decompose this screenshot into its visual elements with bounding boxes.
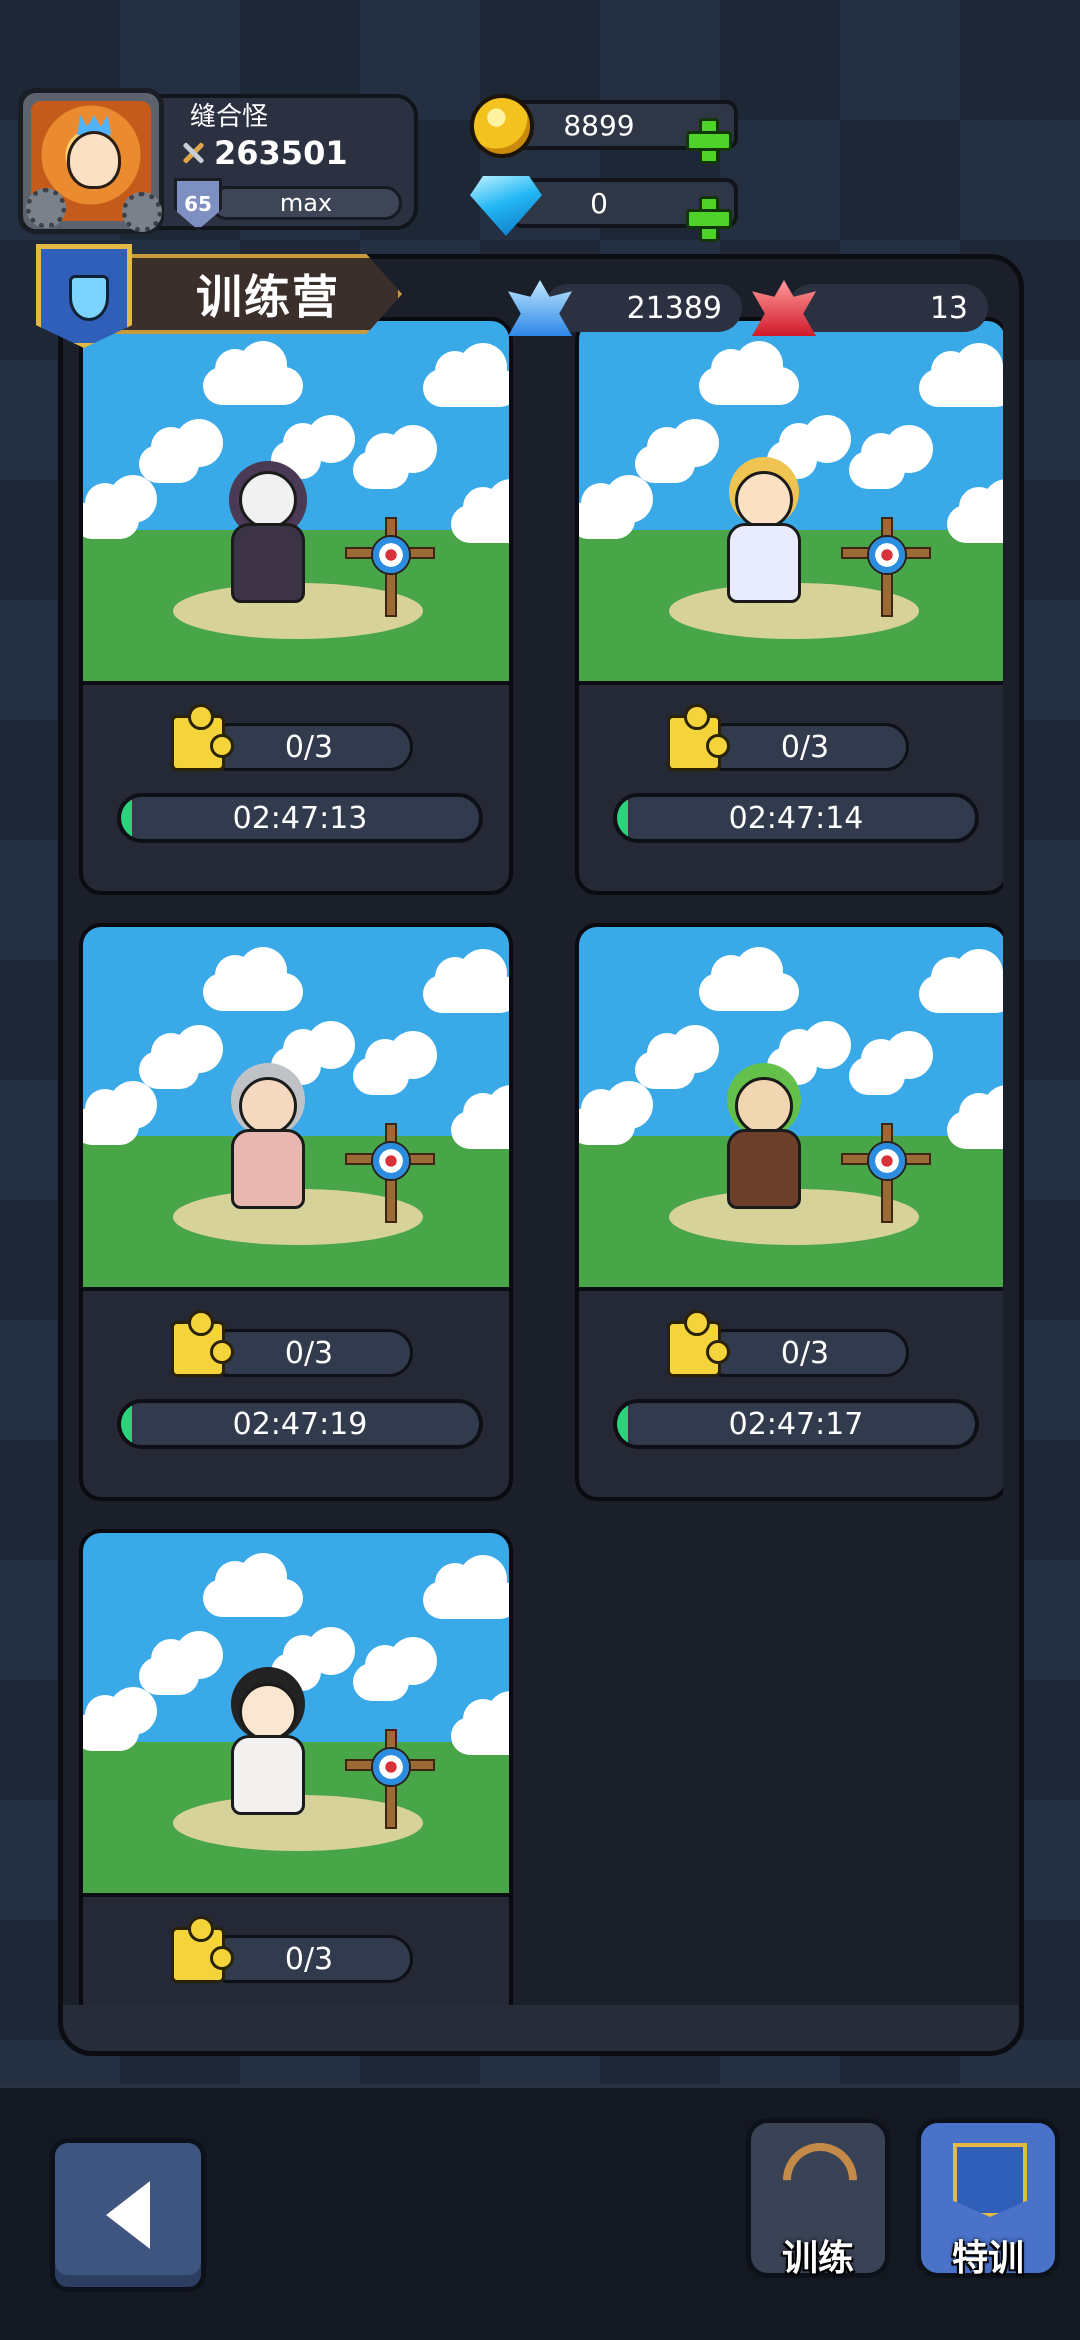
timer-text: 02:47:13 <box>232 800 368 836</box>
crossed-swords-icon <box>180 140 206 166</box>
shard-count: 0/3 <box>780 729 830 765</box>
shard-count: 0/3 <box>780 1335 830 1371</box>
training-dummy-icon <box>345 1113 435 1223</box>
puzzle-piece-icon <box>171 704 234 771</box>
training-camp-panel: 0/3 02:47:13 0/3 02:47:14 0/3 02:47:19 0… <box>58 254 1024 2056</box>
shard-counter: 0/3 <box>171 1916 413 1985</box>
training-timer: 02:47:17 <box>613 1399 979 1449</box>
tab-train[interactable]: 训练 <box>746 2118 890 2279</box>
timer-text: 02:47:14 <box>728 800 864 836</box>
crossbow-icon <box>767 2127 873 2233</box>
puzzle-piece-icon <box>171 1916 234 1983</box>
training-scene <box>579 321 1003 685</box>
red-crystal-value: 13 <box>929 290 968 326</box>
puzzle-piece-icon <box>667 1310 730 1377</box>
power-row: 263501 <box>180 134 348 172</box>
bottom-nav: 训练 特训 <box>0 2084 1080 2340</box>
training-scene <box>83 1533 509 1897</box>
timer-text: 02:47:17 <box>728 1406 864 1442</box>
level-value: 65 <box>184 192 212 216</box>
page-title: 训练营 <box>196 270 340 324</box>
title-plate: 训练营 <box>106 254 402 334</box>
shield-banner-icon <box>953 2143 1027 2217</box>
panel-footer <box>63 2005 1019 2051</box>
training-dummy-icon <box>345 1719 435 1829</box>
training-scene <box>83 321 509 685</box>
training-card[interactable]: 0/3 <box>79 1529 513 2005</box>
shard-counter: 0/3 <box>171 1310 413 1379</box>
avatar-face <box>67 131 121 189</box>
diamond-value: 0 <box>590 186 608 220</box>
hero-druid-centaur <box>709 1077 819 1217</box>
add-diamond-button[interactable] <box>684 194 732 242</box>
blue-crystal-resource: 21389 <box>508 280 742 336</box>
shard-counter: 0/3 <box>171 704 413 773</box>
shard-count: 0/3 <box>284 1941 334 1977</box>
back-arrow-icon <box>106 2181 150 2249</box>
hero-swordswoman <box>213 1683 323 1823</box>
gear-icon <box>122 192 162 232</box>
blue-crystal-value: 21389 <box>626 290 722 326</box>
panel-title-tab: 训练营 <box>36 244 402 350</box>
training-card[interactable]: 0/3 02:47:17 <box>575 923 1003 1501</box>
hero-ice-mage <box>709 471 819 611</box>
card-grid[interactable]: 0/3 02:47:13 0/3 02:47:14 0/3 02:47:19 0… <box>79 317 1003 2005</box>
level-status: max <box>279 189 333 217</box>
training-card[interactable]: 0/3 02:47:19 <box>79 923 513 1501</box>
diamond-currency: 0 <box>470 172 738 242</box>
shard-counter: 0/3 <box>667 704 909 773</box>
player-profile[interactable]: 缝合怪 263501 max 65 <box>18 88 418 234</box>
add-gold-button[interactable] <box>684 116 732 164</box>
shard-count: 0/3 <box>284 1335 334 1371</box>
gold-coin-icon <box>470 94 534 158</box>
player-name: 缝合怪 <box>190 102 269 132</box>
training-card[interactable]: 0/3 02:47:13 <box>79 317 513 895</box>
training-timer: 02:47:19 <box>117 1399 483 1449</box>
red-crystal-resource: 13 <box>752 280 988 336</box>
training-dummy-icon <box>345 507 435 617</box>
tab-special-label: 特训 <box>951 2238 1024 2279</box>
diamond-bar: 0 <box>510 178 738 242</box>
hero-reaper <box>213 471 323 611</box>
gold-bar: 8899 <box>510 100 738 164</box>
training-scene <box>83 927 509 1291</box>
training-timer: 02:47:14 <box>613 793 979 843</box>
gold-currency: 8899 <box>470 94 738 164</box>
training-dummy-icon <box>841 1113 931 1223</box>
gear-icon <box>26 188 66 228</box>
tab-train-label: 训练 <box>781 2238 854 2279</box>
training-timer: 02:47:13 <box>117 793 483 843</box>
shard-count: 0/3 <box>284 729 334 765</box>
puzzle-piece-icon <box>667 704 730 771</box>
power-value: 263501 <box>214 134 348 172</box>
level-progress: max <box>210 186 402 220</box>
shard-counter: 0/3 <box>667 1310 909 1379</box>
training-scene <box>579 927 1003 1291</box>
back-button[interactable] <box>50 2138 206 2292</box>
gold-value: 8899 <box>563 108 635 142</box>
hero-elder <box>213 1077 323 1217</box>
timer-text: 02:47:19 <box>232 1406 368 1442</box>
tab-special-training[interactable]: 特训 <box>916 2118 1060 2279</box>
training-dummy-icon <box>841 507 931 617</box>
puzzle-piece-icon <box>171 1310 234 1377</box>
training-card[interactable]: 0/3 02:47:14 <box>575 317 1003 895</box>
